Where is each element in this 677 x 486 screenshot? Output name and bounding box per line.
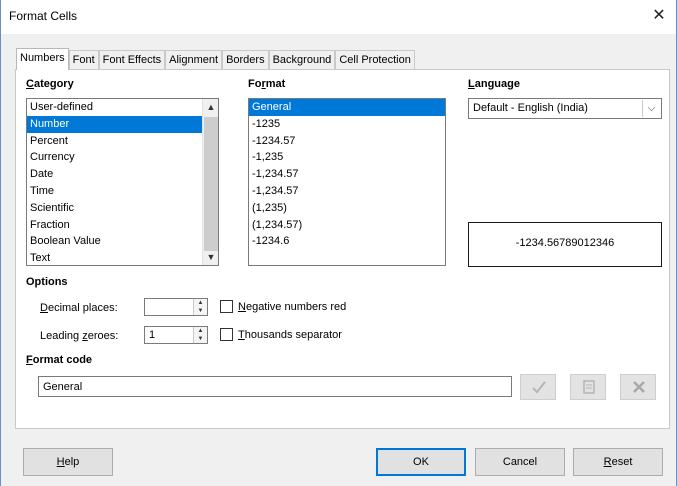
numbers-panel: Category User-defined Number Percent Curren… xyxy=(15,69,670,429)
category-label-mnemonic: C xyxy=(26,78,34,90)
category-scrollbar[interactable]: ▲ ▼ xyxy=(202,99,218,265)
format-code-text: ormat code xyxy=(32,354,93,366)
decimal-places-mnemonic: D xyxy=(40,302,48,314)
delete-format-button[interactable] xyxy=(620,374,656,400)
spin-down-icon[interactable]: ▼ xyxy=(194,335,207,343)
thousands-separator-text: housands separator xyxy=(244,329,342,341)
category-item[interactable]: Time xyxy=(27,183,218,200)
category-item[interactable]: Currency xyxy=(27,149,218,166)
chevron-down-icon[interactable]: ⌵ xyxy=(642,100,660,117)
language-label-mnemonic: L xyxy=(468,78,475,90)
dialog-body: Numbers Font Font Effects Alignment Bord… xyxy=(1,34,676,486)
reset-button[interactable]: Reset xyxy=(573,448,663,476)
ok-button[interactable]: OK xyxy=(376,448,466,476)
help-text: elp xyxy=(64,456,80,468)
tab-font[interactable]: Font xyxy=(68,50,99,70)
format-label-part: Fo xyxy=(248,78,262,90)
format-items: General -1235 -1234.57 -1,235 -1,234.57 -1,23… xyxy=(249,99,445,250)
decimal-places-text: ecimal places: xyxy=(47,302,118,314)
spinner-buttons[interactable]: ▲ ▼ xyxy=(193,327,207,343)
category-item[interactable]: Date xyxy=(27,166,218,183)
format-item[interactable]: -1,234.57 xyxy=(249,183,445,200)
edit-comment-button[interactable] xyxy=(570,374,606,400)
scroll-down-icon[interactable]: ▼ xyxy=(203,249,218,265)
leading-zeroes-label: Leading zeroes: xyxy=(40,330,118,342)
decimal-places-label: Decimal places: xyxy=(40,302,118,314)
format-item[interactable]: -1,235 xyxy=(249,149,445,166)
spin-up-icon[interactable]: ▲ xyxy=(194,299,207,307)
close-icon[interactable]: ✕ xyxy=(648,5,670,27)
thousands-separator-label: Thousands separator xyxy=(238,329,342,341)
format-code-mnemonic: F xyxy=(26,354,33,366)
negative-red-text: egative numbers red xyxy=(245,301,347,313)
leading-zeroes-rest: eroes: xyxy=(87,330,119,342)
tab-bar: Numbers Font Font Effects Alignment Bord… xyxy=(16,48,415,70)
language-dropdown[interactable]: Default - English (India) ⌵ xyxy=(468,98,662,119)
category-item[interactable]: Fraction xyxy=(27,217,218,234)
negative-red-mnemonic: N xyxy=(238,301,246,313)
category-item[interactable]: Percent xyxy=(27,133,218,150)
tab-borders[interactable]: Borders xyxy=(222,50,269,70)
format-cells-dialog: Format Cells ✕ Numbers Font Font Effects… xyxy=(0,0,677,486)
category-item[interactable]: Scientific xyxy=(27,200,218,217)
tab-font-effects[interactable]: Font Effects xyxy=(98,50,166,70)
format-item[interactable]: -1234.57 xyxy=(249,133,445,150)
spin-down-icon[interactable]: ▼ xyxy=(194,307,207,315)
checkmark-icon xyxy=(532,381,546,394)
reset-mnemonic: R xyxy=(603,456,612,468)
comment-icon xyxy=(583,380,595,394)
category-item[interactable]: User-defined xyxy=(27,99,218,116)
category-label: Category xyxy=(26,78,74,90)
category-listbox[interactable]: User-defined Number Percent Currency Date Tim… xyxy=(26,98,219,266)
category-item[interactable]: Boolean Value xyxy=(27,233,218,250)
format-item[interactable]: -1235 xyxy=(249,116,445,133)
format-code-label: Format code xyxy=(26,354,92,366)
spinner-buttons[interactable]: ▲ ▼ xyxy=(193,299,207,315)
tab-alignment[interactable]: Alignment xyxy=(165,50,223,70)
help-mnemonic: H xyxy=(56,456,65,468)
options-label: Options xyxy=(26,276,68,288)
thousands-separator-mnemonic: T xyxy=(238,329,245,341)
thousands-separator-checkbox[interactable] xyxy=(220,328,233,341)
reset-text: eset xyxy=(611,456,633,468)
scroll-up-icon[interactable]: ▲ xyxy=(203,99,218,115)
format-item[interactable]: (1,235) xyxy=(249,200,445,217)
leading-zeroes-part: Leading xyxy=(40,330,83,342)
tab-numbers[interactable]: Numbers xyxy=(16,48,69,70)
format-preview: -1234.56789012346 xyxy=(468,222,662,267)
help-button[interactable]: Help xyxy=(23,448,113,476)
format-item[interactable]: -1234.6 xyxy=(249,233,445,250)
title-bar: Format Cells ✕ xyxy=(1,0,676,34)
decimal-places-spinner[interactable]: ▲ ▼ xyxy=(144,298,208,316)
scroll-thumb[interactable] xyxy=(204,117,218,251)
category-label-text: ategory xyxy=(33,78,74,90)
language-label-text: anguage xyxy=(474,78,520,90)
negative-red-checkbox[interactable] xyxy=(220,300,233,313)
language-value: Default - English (India) xyxy=(473,102,588,114)
format-label-rest: mat xyxy=(265,78,286,90)
delete-icon xyxy=(633,381,645,393)
format-item[interactable]: General xyxy=(249,99,445,116)
format-item[interactable]: -1,234.57 xyxy=(249,166,445,183)
format-code-value: General xyxy=(43,381,83,393)
format-item[interactable]: (1,234.57) xyxy=(249,217,445,234)
tab-background[interactable]: Background xyxy=(268,50,336,70)
window-title: Format Cells xyxy=(9,9,78,23)
tab-cell-protection[interactable]: Cell Protection xyxy=(335,50,415,70)
add-format-button[interactable] xyxy=(520,374,556,400)
language-label: Language xyxy=(468,78,520,90)
format-code-input[interactable]: General xyxy=(38,376,512,397)
category-item[interactable]: Text xyxy=(27,250,218,265)
category-item[interactable]: Number xyxy=(27,115,218,133)
cancel-button[interactable]: Cancel xyxy=(475,448,565,476)
negative-red-label: Negative numbers red xyxy=(238,301,346,313)
leading-zeroes-spinner[interactable]: 1 ▲ ▼ xyxy=(144,326,208,344)
format-listbox[interactable]: General -1235 -1234.57 -1,235 -1,234.57 -1,23… xyxy=(248,98,446,266)
preview-text: -1234.56789012346 xyxy=(515,237,615,249)
leading-zeroes-value: 1 xyxy=(149,329,156,341)
category-items: User-defined Number Percent Currency Date Tim… xyxy=(27,99,218,265)
spin-up-icon[interactable]: ▲ xyxy=(194,327,207,335)
format-label: Format xyxy=(248,78,285,90)
